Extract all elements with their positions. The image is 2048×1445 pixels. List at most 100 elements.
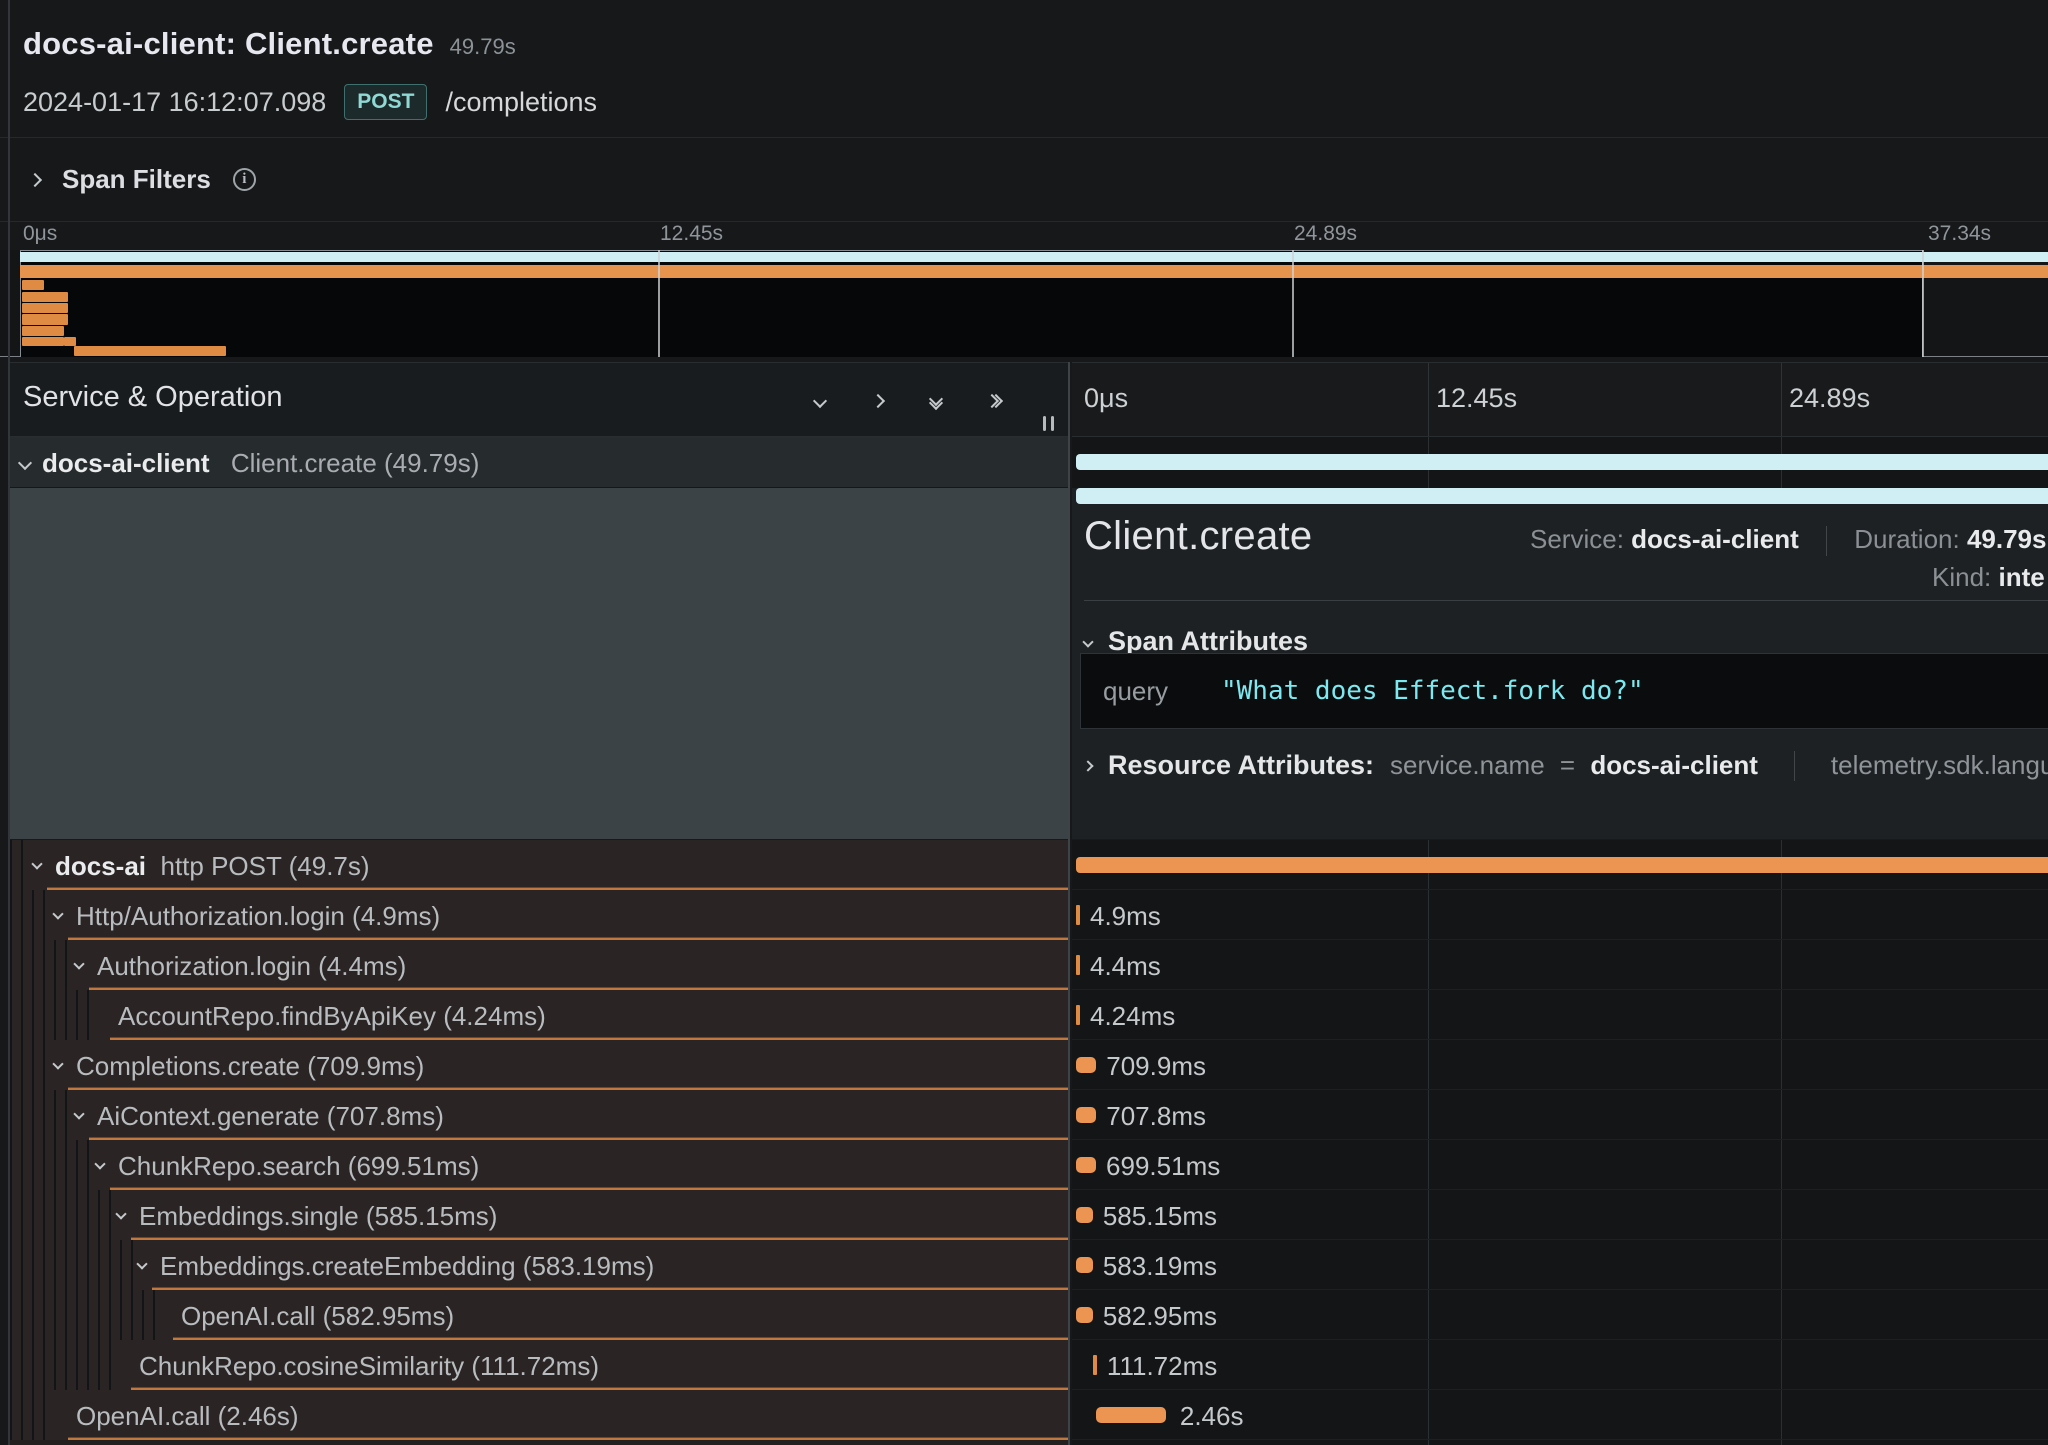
minimap-span-bar bbox=[22, 303, 68, 313]
timeline-row[interactable]: 4.24ms bbox=[1072, 990, 2048, 1040]
resource-more: telemetry.sdk.langu bbox=[1831, 750, 2048, 781]
span-duration-bar[interactable] bbox=[1076, 857, 2048, 873]
span-duration-bar[interactable] bbox=[1076, 955, 1080, 975]
span-duration-bar[interactable] bbox=[1096, 1407, 1166, 1423]
trace-main: Service & Operation docs-ai-client Clien… bbox=[0, 362, 2048, 1445]
chevron-down-icon[interactable] bbox=[52, 908, 63, 919]
minimap-root-span-bar bbox=[20, 252, 2048, 262]
detail-kind-line: Kind: inte bbox=[1932, 562, 2045, 593]
timeline-root-row[interactable] bbox=[1072, 437, 2048, 488]
timeline-row[interactable]: 583.19ms bbox=[1072, 1240, 2048, 1290]
indent-guides bbox=[10, 1140, 94, 1190]
info-icon[interactable]: i bbox=[233, 168, 256, 191]
resource-value: docs-ai-client bbox=[1590, 750, 1758, 780]
span-label: Authorization.login (4.4ms) bbox=[97, 951, 406, 982]
span-duration-bar[interactable] bbox=[1076, 1257, 1093, 1273]
tree-header-icons bbox=[808, 389, 1006, 413]
span-duration-bar[interactable] bbox=[1076, 1307, 1093, 1323]
timeline-tick-label: 0μs bbox=[1084, 383, 1128, 414]
span-duration-bar[interactable] bbox=[1076, 1057, 1096, 1073]
span-filters-toggle[interactable]: Span Filters i bbox=[30, 138, 256, 221]
detail-kind-label: Kind: bbox=[1932, 562, 1991, 592]
detail-kind-value: inte bbox=[1999, 562, 2045, 592]
chevron-down-icon[interactable] bbox=[115, 1208, 126, 1219]
span-duration-label: 2.46s bbox=[1180, 1401, 1244, 1432]
span-duration-bar[interactable] bbox=[1093, 1355, 1097, 1375]
resource-attributes-toggle[interactable]: Resource Attributes: service.name = docs… bbox=[1084, 750, 2048, 781]
timeline-row[interactable]: 699.51ms bbox=[1072, 1140, 2048, 1190]
timeline-row[interactable]: 111.72ms bbox=[1072, 1340, 2048, 1390]
minimap-gridline bbox=[1922, 250, 1924, 357]
tree-row[interactable]: Http/Authorization.login (4.9ms) bbox=[10, 890, 1068, 940]
detail-service-label: Service: bbox=[1530, 524, 1624, 554]
span-duration-bar[interactable] bbox=[1076, 1107, 1096, 1123]
indent-guides bbox=[10, 1340, 115, 1390]
timeline-row[interactable]: 585.15ms bbox=[1072, 1190, 2048, 1240]
span-duration-label: 709.9ms bbox=[1106, 1051, 1206, 1082]
chevron-down-icon[interactable] bbox=[136, 1258, 147, 1269]
timeline-row[interactable]: 2.46s bbox=[1072, 1390, 2048, 1440]
timeline-row[interactable]: 4.9ms bbox=[1072, 890, 2048, 940]
chevron-down-icon[interactable] bbox=[52, 1058, 63, 1069]
timeline-row[interactable]: 707.8ms bbox=[1072, 1090, 2048, 1140]
timeline-row[interactable]: 709.9ms bbox=[1072, 1040, 2048, 1090]
left-edge-line bbox=[8, 0, 10, 1445]
tree-row[interactable]: Embeddings.single (585.15ms) bbox=[10, 1190, 1068, 1240]
indent-guides bbox=[10, 1090, 73, 1140]
tree-row[interactable]: docs-ai http POST (49.7s) bbox=[10, 840, 1068, 890]
timeline-rows: 4.9ms4.4ms4.24ms 709.9ms 707.8ms 699.51ms 58… bbox=[1072, 840, 2048, 1445]
span-duration-bar[interactable] bbox=[1076, 1005, 1080, 1025]
indent-guides bbox=[10, 990, 94, 1040]
chevron-down-icon[interactable] bbox=[18, 456, 32, 470]
span-operation: OpenAI.call (582.95ms) bbox=[181, 1301, 454, 1331]
tree-row[interactable]: Embeddings.createEmbedding (583.19ms) bbox=[10, 1240, 1068, 1290]
attribute-row[interactable]: query "What does Effect.fork do?" bbox=[1080, 653, 2048, 729]
expand-all-icon[interactable] bbox=[982, 389, 1006, 413]
expand-one-icon[interactable] bbox=[866, 389, 890, 413]
trace-minimap[interactable]: 0μs12.45s24.89s37.34s bbox=[0, 222, 2048, 362]
minimap-tick-label: 37.34s bbox=[1928, 222, 1991, 246]
detail-duration-label: Duration: bbox=[1854, 524, 1960, 554]
tree-row-root-selected[interactable]: docs-ai-client Client.create (49.79s) bbox=[10, 437, 1068, 488]
collapse-all-icon[interactable] bbox=[924, 389, 948, 413]
chevron-down-icon[interactable] bbox=[73, 958, 84, 969]
timeline-row[interactable] bbox=[1072, 840, 2048, 890]
tree-row[interactable]: Authorization.login (4.4ms) bbox=[10, 940, 1068, 990]
span-operation: Embeddings.single (585.15ms) bbox=[139, 1201, 497, 1231]
span-duration-bar[interactable] bbox=[1076, 1207, 1093, 1223]
tree-row[interactable]: ChunkRepo.cosineSimilarity (111.72ms) bbox=[10, 1340, 1068, 1390]
tree-row[interactable]: AiContext.generate (707.8ms) bbox=[10, 1090, 1068, 1140]
chevron-down-icon[interactable] bbox=[73, 1108, 84, 1119]
chevron-down-icon[interactable] bbox=[31, 858, 42, 869]
minimap-gridline bbox=[658, 250, 660, 357]
tree-row[interactable]: OpenAI.call (2.46s) bbox=[10, 1390, 1068, 1440]
http-method-badge: POST bbox=[344, 84, 427, 120]
tree-row[interactable]: ChunkRepo.search (699.51ms) bbox=[10, 1140, 1068, 1190]
span-label: OpenAI.call (2.46s) bbox=[76, 1401, 299, 1432]
span-label: OpenAI.call (582.95ms) bbox=[181, 1301, 454, 1332]
tree-row[interactable]: AccountRepo.findByApiKey (4.24ms) bbox=[10, 990, 1068, 1040]
root-span-bar[interactable] bbox=[1076, 454, 2048, 470]
span-filters-label: Span Filters bbox=[62, 164, 211, 195]
span-label: Embeddings.createEmbedding (583.19ms) bbox=[160, 1251, 654, 1282]
tree-row[interactable]: Completions.create (709.9ms) bbox=[10, 1040, 1068, 1090]
panel-splitter-handle[interactable] bbox=[1043, 416, 1054, 431]
detail-meta-line: Service: docs-ai-client Duration: 49.79s bbox=[1530, 524, 2048, 556]
span-operation: ChunkRepo.cosineSimilarity (111.72ms) bbox=[139, 1351, 599, 1381]
collapse-one-icon[interactable] bbox=[808, 389, 832, 413]
span-label: Completions.create (709.9ms) bbox=[76, 1051, 424, 1082]
span-label: ChunkRepo.search (699.51ms) bbox=[118, 1151, 479, 1182]
span-label: docs-ai http POST (49.7s) bbox=[55, 851, 370, 882]
span-duration-bar[interactable] bbox=[1076, 1157, 1096, 1173]
tree-row[interactable]: OpenAI.call (582.95ms) bbox=[10, 1290, 1068, 1340]
span-label: Embeddings.single (585.15ms) bbox=[139, 1201, 497, 1232]
span-duration-bar[interactable] bbox=[1076, 905, 1080, 925]
span-operation: Embeddings.createEmbedding (583.19ms) bbox=[160, 1251, 654, 1281]
span-duration-label: 699.51ms bbox=[1106, 1151, 1220, 1182]
timeline-row[interactable]: 582.95ms bbox=[1072, 1290, 2048, 1340]
timeline-tick-label: 12.45s bbox=[1436, 383, 1517, 414]
timeline-row[interactable]: 4.4ms bbox=[1072, 940, 2048, 990]
chevron-down-icon[interactable] bbox=[94, 1158, 105, 1169]
minimap-gridline bbox=[1292, 250, 1294, 357]
minimap-canvas[interactable] bbox=[0, 250, 2048, 357]
